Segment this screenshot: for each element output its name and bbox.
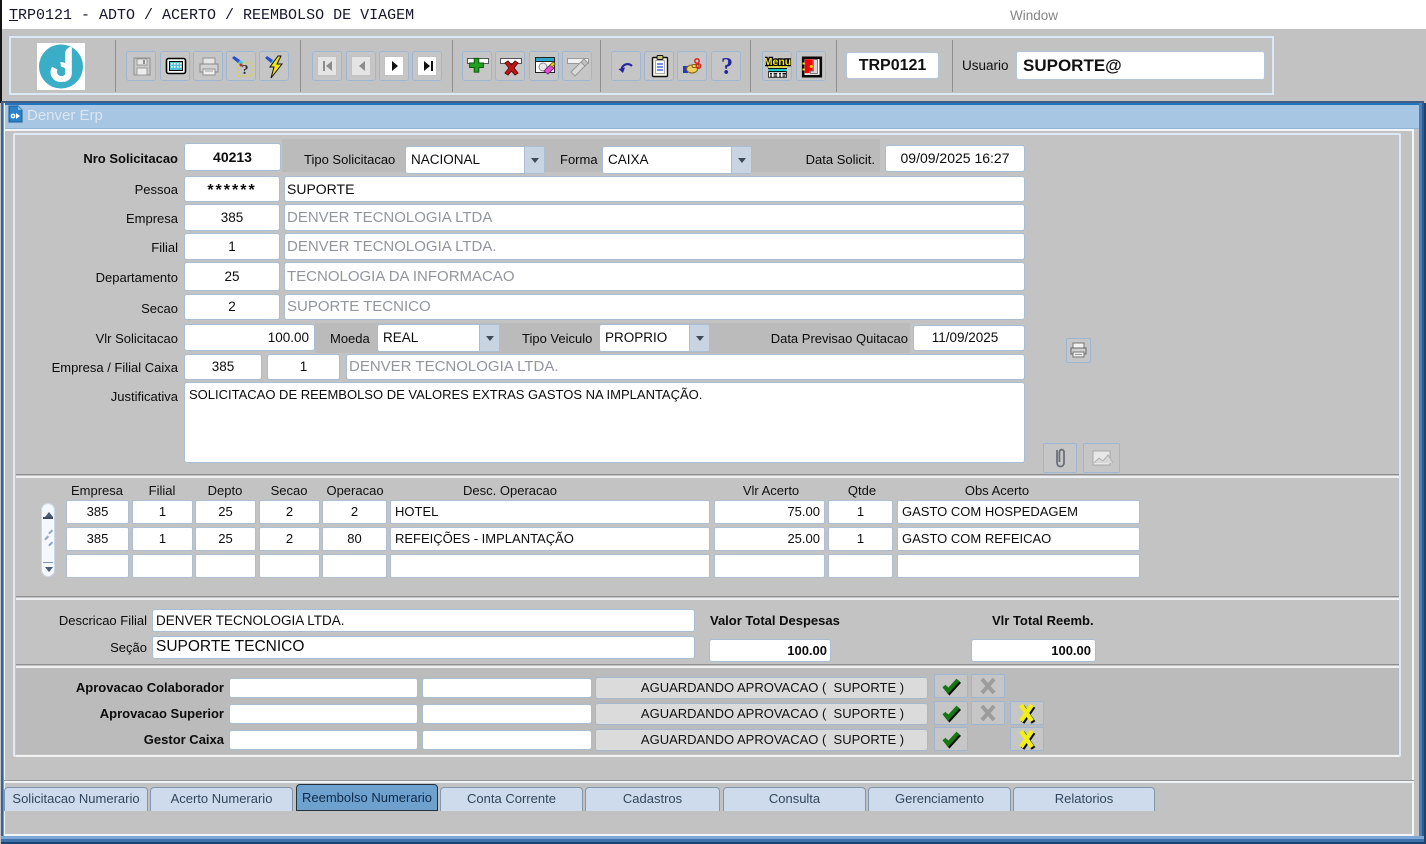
- svg-text:?: ?: [721, 54, 733, 80]
- svg-text:Menu: Menu: [765, 56, 791, 68]
- svg-text:?: ?: [242, 63, 249, 78]
